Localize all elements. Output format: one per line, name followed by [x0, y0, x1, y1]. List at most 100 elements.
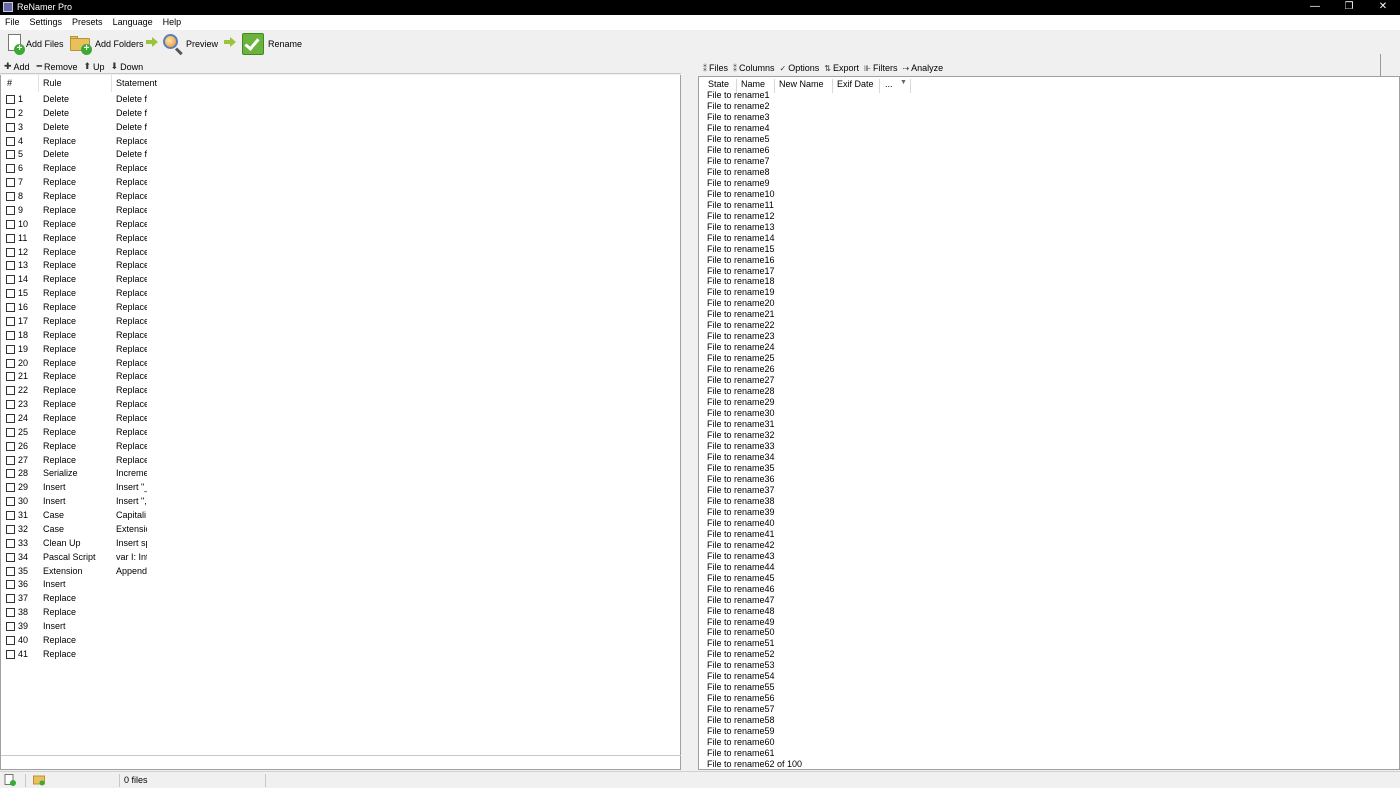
file-row[interactable]: File to rename58: [707, 715, 802, 726]
file-row[interactable]: File to rename25: [707, 353, 802, 364]
header-more[interactable]: ...: [885, 79, 893, 89]
rule-row[interactable]: 40 Replace: [1, 634, 301, 647]
file-row[interactable]: File to rename51: [707, 638, 802, 649]
rule-row[interactable]: 11 Replace Replace: [1, 232, 301, 245]
rule-row[interactable]: 22 Replace Replace: [1, 384, 301, 397]
file-row[interactable]: File to rename54: [707, 671, 802, 682]
rule-enable-checkbox[interactable]: [6, 372, 15, 382]
rule-enable-checkbox[interactable]: [6, 483, 15, 493]
rule-row[interactable]: 20 Replace Replace: [1, 357, 301, 370]
rule-row[interactable]: 10 Replace Replace: [1, 218, 301, 231]
rule-enable-checkbox[interactable]: [6, 289, 15, 299]
rule-enable-checkbox[interactable]: [6, 136, 15, 146]
close-button[interactable]: ✕: [1366, 0, 1400, 15]
file-row[interactable]: File to rename15: [707, 244, 802, 255]
remove-rule-button[interactable]: ━ Remove: [37, 61, 78, 72]
rule-row[interactable]: 28 Serialize Increme: [1, 467, 301, 480]
rule-row[interactable]: 7 Replace Replace: [1, 176, 301, 189]
rule-enable-checkbox[interactable]: [6, 552, 15, 562]
pane-splitter[interactable]: [681, 58, 698, 770]
rule-row[interactable]: 2 Delete Delete f: [1, 107, 301, 120]
file-row[interactable]: File to rename31: [707, 419, 802, 430]
rule-enable-checkbox[interactable]: [6, 275, 15, 285]
file-row[interactable]: File to rename57: [707, 704, 802, 715]
file-row[interactable]: File to rename12: [707, 211, 802, 222]
rule-row[interactable]: 4 Replace Replace: [1, 135, 301, 148]
file-row[interactable]: File to rename43: [707, 551, 802, 562]
rule-enable-checkbox[interactable]: [6, 622, 15, 632]
header-state[interactable]: State: [708, 79, 729, 89]
file-row[interactable]: File to rename3: [707, 112, 802, 123]
file-row[interactable]: File to rename38: [707, 496, 802, 507]
rule-row[interactable]: 18 Replace Replace: [1, 329, 301, 342]
add-file-icon[interactable]: [4, 774, 16, 786]
file-row[interactable]: File to rename29: [707, 397, 802, 408]
analyze-menu-button[interactable]: ⇢ Analyze: [902, 63, 943, 73]
file-row[interactable]: File to rename8: [707, 167, 802, 178]
file-row[interactable]: File to rename45: [707, 573, 802, 584]
rule-row[interactable]: 38 Replace: [1, 606, 301, 619]
rule-enable-checkbox[interactable]: [6, 261, 15, 271]
file-row[interactable]: File to rename27: [707, 375, 802, 386]
file-row[interactable]: File to rename21: [707, 309, 802, 320]
menu-file[interactable]: File: [0, 15, 25, 30]
file-row[interactable]: File to rename11: [707, 200, 802, 211]
export-menu-button[interactable]: ⇅ Export: [824, 63, 859, 73]
rule-enable-checkbox[interactable]: [6, 303, 15, 313]
rule-row[interactable]: 25 Replace Replace: [1, 426, 301, 439]
rule-enable-checkbox[interactable]: [6, 594, 15, 604]
rule-row[interactable]: 1 Delete Delete f: [1, 93, 301, 106]
rule-row[interactable]: 23 Replace Replace: [1, 398, 301, 411]
file-row[interactable]: File to rename47: [707, 595, 802, 606]
file-row[interactable]: File to rename39: [707, 507, 802, 518]
file-row[interactable]: File to rename36: [707, 474, 802, 485]
file-row[interactable]: File to rename35: [707, 463, 802, 474]
options-menu-button[interactable]: ✓ Options: [780, 63, 820, 73]
rule-row[interactable]: 32 Case Extensic: [1, 523, 301, 536]
file-row[interactable]: File to rename41: [707, 529, 802, 540]
file-row[interactable]: File to rename55: [707, 682, 802, 693]
file-row[interactable]: File to rename50: [707, 627, 802, 638]
menu-presets[interactable]: Presets: [67, 15, 108, 30]
rule-enable-checkbox[interactable]: [6, 511, 15, 521]
file-row[interactable]: File to rename26: [707, 364, 802, 375]
file-row[interactable]: File to rename56: [707, 693, 802, 704]
rule-enable-checkbox[interactable]: [6, 205, 15, 215]
file-row[interactable]: File to rename2: [707, 101, 802, 112]
rule-row[interactable]: 33 Clean Up Insert sp: [1, 537, 301, 550]
rule-row[interactable]: 16 Replace Replace: [1, 301, 301, 314]
file-row[interactable]: File to rename23: [707, 331, 802, 342]
rule-row[interactable]: 21 Replace Replace: [1, 370, 301, 383]
rule-row[interactable]: 37 Replace: [1, 592, 301, 605]
file-row[interactable]: File to rename62 of 100: [707, 759, 802, 770]
rule-enable-checkbox[interactable]: [6, 649, 15, 659]
rule-row[interactable]: 5 Delete Delete f: [1, 148, 301, 161]
file-row[interactable]: File to rename46: [707, 584, 802, 595]
rule-row[interactable]: 29 Insert Insert "_: [1, 481, 301, 494]
rule-row[interactable]: 6 Replace Replace: [1, 162, 301, 175]
rule-enable-checkbox[interactable]: [6, 386, 15, 396]
rule-row[interactable]: 12 Replace Replace: [1, 246, 301, 259]
rule-enable-checkbox[interactable]: [6, 358, 15, 368]
minimize-button[interactable]: —: [1298, 0, 1332, 15]
file-row[interactable]: File to rename6: [707, 145, 802, 156]
menu-language[interactable]: Language: [108, 15, 158, 30]
file-row[interactable]: File to rename34: [707, 452, 802, 463]
rule-enable-checkbox[interactable]: [6, 497, 15, 507]
file-row[interactable]: File to rename61: [707, 748, 802, 759]
file-row[interactable]: File to rename4: [707, 123, 802, 134]
add-folder-icon[interactable]: [33, 774, 45, 786]
files-menu-button[interactable]: ⁑ Files: [703, 63, 728, 73]
file-row[interactable]: File to rename14: [707, 233, 802, 244]
preview-button[interactable]: Preview: [162, 32, 218, 56]
file-row[interactable]: File to rename13: [707, 222, 802, 233]
move-down-button[interactable]: ⬇ Down: [111, 61, 144, 72]
menu-settings[interactable]: Settings: [25, 15, 68, 30]
rule-row[interactable]: 19 Replace Replace: [1, 343, 301, 356]
rule-enable-checkbox[interactable]: [6, 441, 15, 451]
rule-enable-checkbox[interactable]: [6, 108, 15, 118]
file-row[interactable]: File to rename22: [707, 320, 802, 331]
rule-enable-checkbox[interactable]: [6, 344, 15, 354]
rule-enable-checkbox[interactable]: [6, 427, 15, 437]
menu-help[interactable]: Help: [158, 15, 187, 30]
